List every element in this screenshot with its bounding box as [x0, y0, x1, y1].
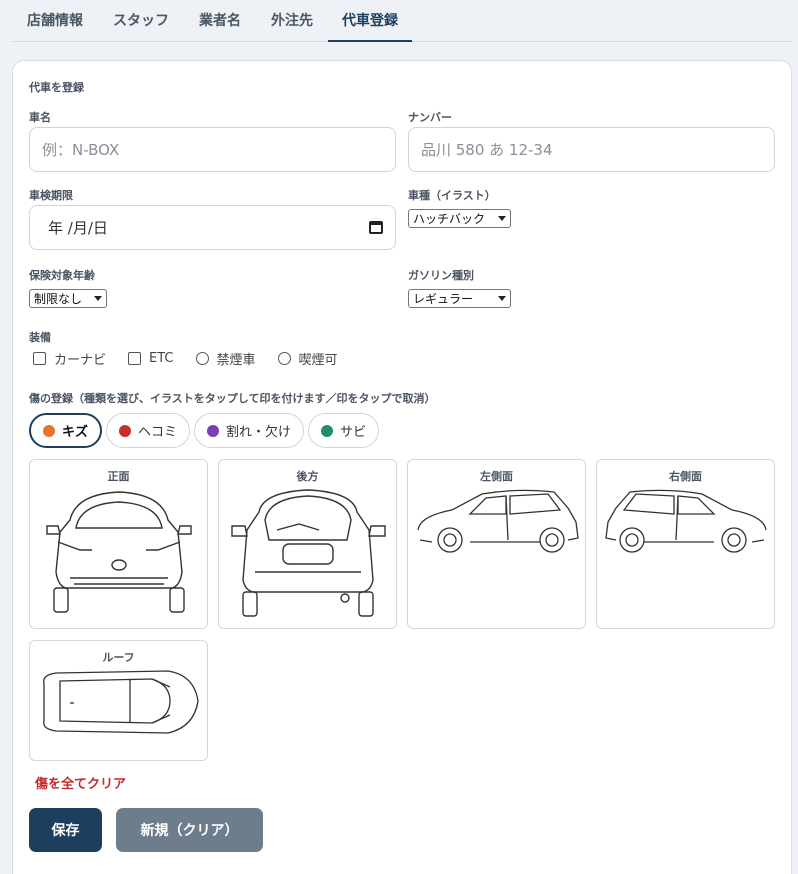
checkbox[interactable]	[128, 352, 142, 365]
damage-type-crack[interactable]: 割れ・欠け	[194, 413, 305, 448]
fuel-type-select[interactable]: レギュラー	[408, 289, 511, 308]
inspection-date-value: 年 /月/日	[48, 219, 108, 237]
save-button[interactable]: 保存	[29, 808, 102, 852]
car-name-input[interactable]	[29, 127, 396, 172]
orange-dot-icon	[43, 424, 55, 437]
damage-type-dent[interactable]: ヘコミ	[106, 413, 191, 448]
damage-type-chips: キズ ヘコミ 割れ・欠け サビ	[29, 413, 383, 448]
clear-all-damage-link[interactable]: 傷を全てクリア	[35, 773, 126, 792]
car-rear-illustration	[231, 489, 386, 617]
car-view-right-side[interactable]: 右側面	[596, 459, 775, 629]
damage-type-scratch[interactable]: キズ	[29, 413, 103, 448]
car-type-select[interactable]: ハッチバック	[408, 209, 511, 228]
radio[interactable]	[277, 352, 291, 365]
fuel-type-label: ガソリン種別	[408, 269, 474, 282]
car-right-side-illustration	[605, 489, 767, 553]
tab-bar: 店舗情報 スタッフ 業者名 外注先 代車登録	[12, 0, 792, 42]
form-title: 代車を登録	[29, 81, 84, 94]
chevron-down-icon	[94, 296, 102, 301]
insurance-age-label: 保険対象年齢	[29, 269, 95, 282]
car-type-label: 車種（イラスト）	[408, 189, 496, 202]
radio[interactable]	[195, 352, 209, 365]
tab-loaner-registration[interactable]: 代車登録	[328, 0, 412, 42]
inspection-label: 車検期限	[29, 189, 73, 202]
car-front-illustration	[46, 491, 192, 613]
equipment-smoking-ok[interactable]: 喫煙可	[274, 349, 338, 368]
equipment-navigation[interactable]: カーナビ	[29, 349, 106, 368]
tab-subcontractor[interactable]: 外注先	[256, 0, 328, 42]
inspection-date-input[interactable]: 年 /月/日	[29, 205, 396, 250]
chevron-down-icon	[498, 216, 506, 221]
equipment-non-smoking[interactable]: 禁煙車	[192, 349, 256, 368]
car-view-front[interactable]: 正面	[29, 459, 208, 629]
tab-store-info[interactable]: 店舗情報	[12, 0, 98, 42]
plate-number-label: ナンバー	[408, 111, 452, 124]
insurance-age-select[interactable]: 制限なし	[29, 289, 107, 308]
car-name-label: 車名	[29, 111, 51, 124]
car-left-side-illustration	[417, 489, 579, 553]
car-roof-illustration	[43, 670, 199, 734]
car-view-rear[interactable]: 後方	[218, 459, 397, 629]
green-dot-icon	[321, 424, 334, 437]
damage-type-rust[interactable]: サビ	[308, 413, 380, 448]
new-clear-button[interactable]: 新規（クリア）	[116, 808, 263, 852]
equipment-options: カーナビ ETC 禁煙車 喫煙可	[29, 349, 356, 368]
checkbox[interactable]	[33, 352, 46, 365]
loaner-form-card: 代車を登録 車名 ナンバー 車検期限 年 /月/日 車種（イラスト） ハッチバッ…	[12, 60, 792, 874]
insurance-age-value: 制限なし	[34, 292, 83, 306]
tab-staff[interactable]: スタッフ	[98, 0, 184, 42]
equipment-etc[interactable]: ETC	[124, 351, 174, 366]
damage-title: 傷の登録（種類を選び、イラストをタップして印を付けます／印をタップで取消）	[29, 392, 436, 405]
chevron-down-icon	[498, 296, 506, 301]
equipment-label: 装備	[29, 331, 51, 344]
tab-vendor[interactable]: 業者名	[184, 0, 256, 42]
purple-dot-icon	[207, 424, 220, 437]
car-type-value: ハッチバック	[413, 212, 486, 226]
fuel-type-value: レギュラー	[413, 292, 474, 306]
calendar-icon[interactable]	[369, 221, 383, 234]
plate-number-input[interactable]	[408, 127, 775, 172]
car-view-left-side[interactable]: 左側面	[407, 459, 586, 629]
car-view-roof[interactable]: ルーフ	[29, 640, 208, 761]
red-dot-icon	[119, 424, 132, 437]
